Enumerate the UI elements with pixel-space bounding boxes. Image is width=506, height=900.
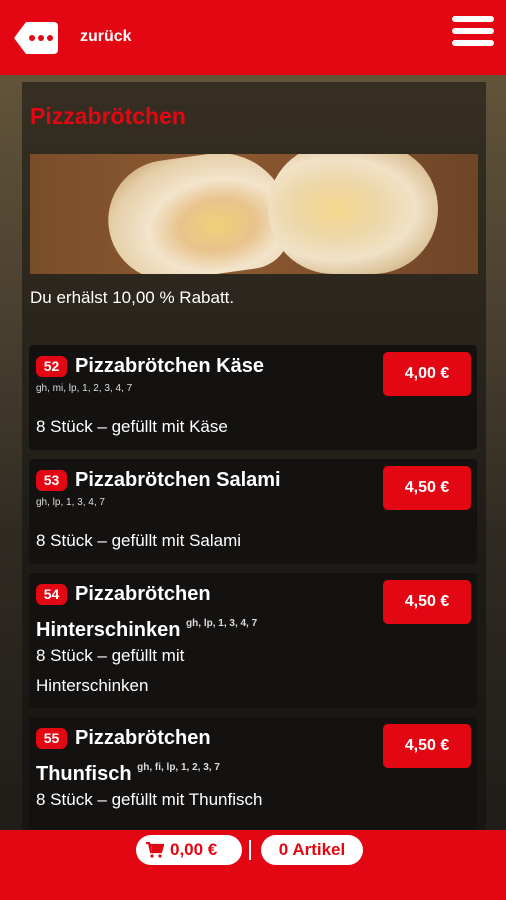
item-allergens: gh, fi, lp, 1, 2, 3, 7	[137, 762, 220, 773]
item-name-line1: Pizzabrötchen	[75, 727, 211, 749]
item-name-line2-text: Hinterschinken	[36, 619, 181, 641]
cart-total: 0,00 €	[170, 840, 218, 859]
add-to-cart-price-button[interactable]: 4,50 €	[383, 580, 471, 624]
item-number-badge: 52	[36, 356, 67, 377]
dots-back-icon	[14, 22, 58, 54]
item-name-line2: Thunfisch gh, fi, lp, 1, 2, 3, 7	[36, 754, 220, 788]
category-title: Pizzabrötchen	[30, 103, 186, 129]
item-number-badge: 53	[36, 470, 67, 491]
item-description-line1: 8 Stück – gefüllt mit	[36, 646, 185, 665]
item-allergens: gh, lp, 1, 3, 4, 7	[186, 618, 258, 629]
item-description-line2: Hinterschinken	[36, 676, 149, 695]
hamburger-icon[interactable]	[452, 16, 494, 54]
item-name: Pizzabrötchen Käse	[75, 355, 264, 377]
item-description: 8 Stück – gefüllt mit Thunfisch	[36, 790, 263, 809]
back-label[interactable]: zurück	[80, 28, 132, 46]
item-allergens: gh, lp, 1, 3, 4, 7	[36, 497, 105, 508]
add-to-cart-price-button[interactable]: 4,00 €	[383, 352, 471, 396]
item-name-line2: Hinterschinken gh, lp, 1, 3, 4, 7	[36, 610, 257, 644]
menu-item[interactable]: 53 Pizzabrötchen Salami gh, lp, 1, 3, 4,…	[29, 459, 477, 564]
add-to-cart-price-button[interactable]: 4,50 €	[383, 466, 471, 510]
item-description: 8 Stück – gefüllt mit Salami	[36, 531, 242, 550]
back-button[interactable]	[12, 20, 60, 56]
item-number-badge: 55	[36, 728, 67, 749]
category-image	[30, 154, 478, 274]
menu-item[interactable]: 52 Pizzabrötchen Käse gh, mi, lp, 1, 2, …	[29, 345, 477, 450]
top-bar: zurück	[0, 0, 506, 75]
item-number-badge: 54	[36, 584, 67, 605]
bottom-cart-bar: 0,00 € 0 Artikel	[0, 830, 506, 900]
menu-item[interactable]: 55 Pizzabrötchen Thunfisch gh, fi, lp, 1…	[29, 717, 477, 830]
shopping-cart-icon	[146, 842, 164, 858]
item-name-line1: Pizzabrötchen	[75, 583, 211, 605]
cart-total-button[interactable]: 0,00 €	[136, 835, 242, 865]
divider	[249, 840, 251, 860]
add-to-cart-price-button[interactable]: 4,50 €	[383, 724, 471, 768]
item-name-line2-text: Thunfisch	[36, 763, 132, 785]
item-name: Pizzabrötchen Salami	[75, 469, 281, 491]
item-description: 8 Stück – gefüllt mit Käse	[36, 417, 228, 436]
item-allergens: gh, mi, lp, 1, 2, 3, 4, 7	[36, 383, 133, 394]
cart-articles-button[interactable]: 0 Artikel	[261, 835, 363, 865]
discount-text: Du erhälst 10,00 % Rabatt.	[30, 288, 235, 307]
menu-item[interactable]: 54 Pizzabrötchen Hinterschinken gh, lp, …	[29, 573, 477, 708]
